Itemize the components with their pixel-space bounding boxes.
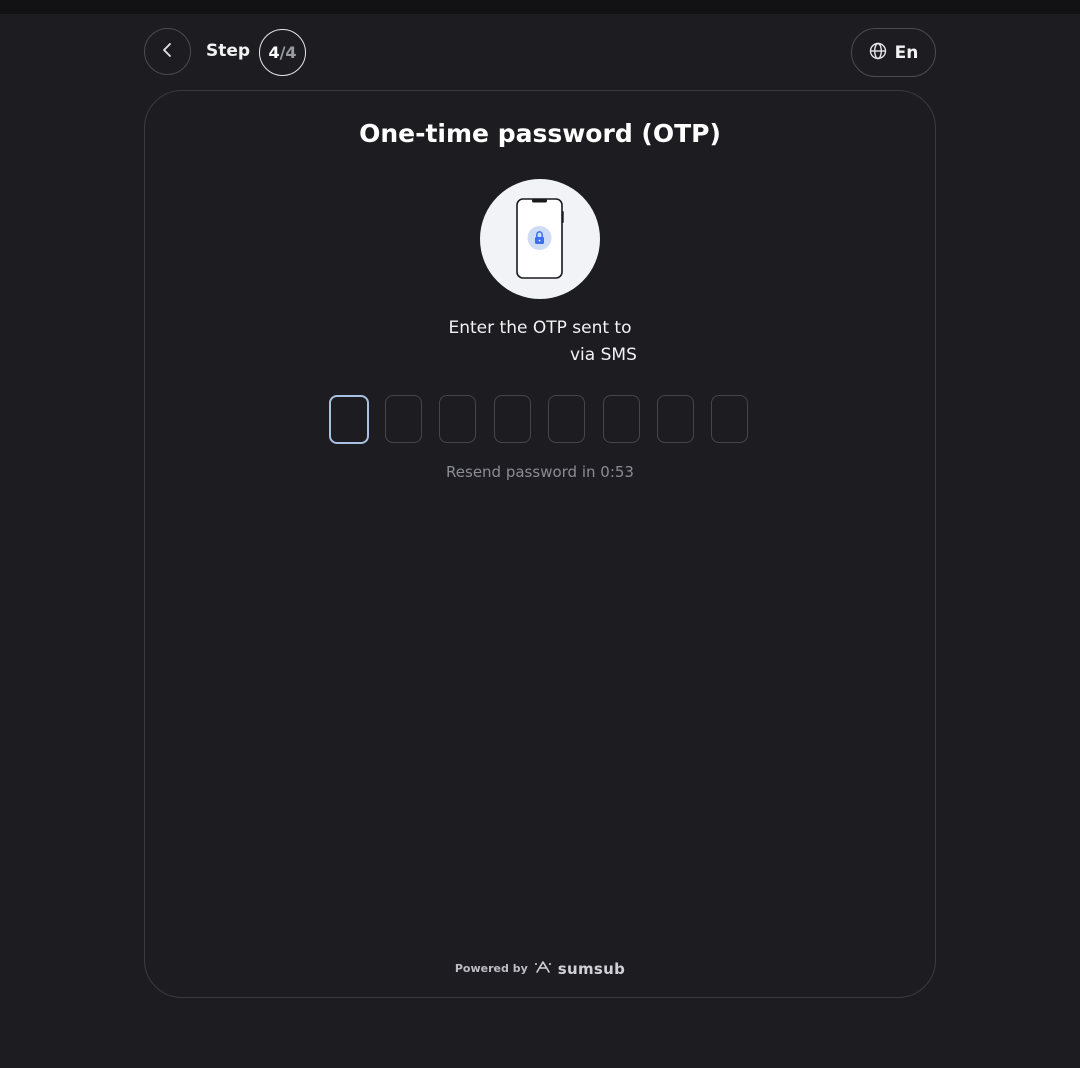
- powered-by-label: Powered by: [454, 962, 528, 975]
- back-button[interactable]: [144, 28, 191, 75]
- top-bar: [0, 0, 1080, 14]
- sumsub-logo-icon: [534, 959, 552, 978]
- step-indicator: 4/4: [259, 29, 306, 76]
- step-current: 4: [268, 43, 280, 62]
- otp-digit-4[interactable]: [494, 395, 531, 443]
- phone-lock-illustration: [480, 179, 600, 299]
- powered-by-footer: Powered by sumsub: [145, 959, 935, 978]
- chevron-left-icon: [160, 42, 176, 62]
- otp-digit-3[interactable]: [439, 395, 476, 443]
- otp-instruction-channel: via SMS: [570, 345, 637, 365]
- otp-digit-2[interactable]: [385, 395, 422, 443]
- otp-digit-7[interactable]: [657, 395, 694, 443]
- otp-digit-6[interactable]: [603, 395, 640, 443]
- page-title: One-time password (OTP): [359, 119, 721, 148]
- step-total: 4: [285, 43, 297, 62]
- globe-icon: [869, 42, 887, 64]
- otp-card: One-time password (OTP) Enter the OTP se…: [144, 90, 936, 998]
- resend-countdown: Resend password in 0:53: [446, 463, 634, 481]
- brand-name: sumsub: [557, 959, 626, 978]
- language-selector[interactable]: En: [851, 28, 936, 77]
- phone-lock-icon: [516, 198, 564, 279]
- header: Step 4/4 En: [144, 28, 936, 78]
- otp-digit-1[interactable]: [329, 395, 369, 444]
- language-label: En: [894, 42, 919, 63]
- otp-input-group: [329, 395, 751, 445]
- otp-digit-8[interactable]: [711, 395, 748, 443]
- otp-digit-5[interactable]: [548, 395, 585, 443]
- otp-instruction: Enter the OTP sent to: [448, 318, 632, 338]
- step-label: Step: [206, 41, 251, 61]
